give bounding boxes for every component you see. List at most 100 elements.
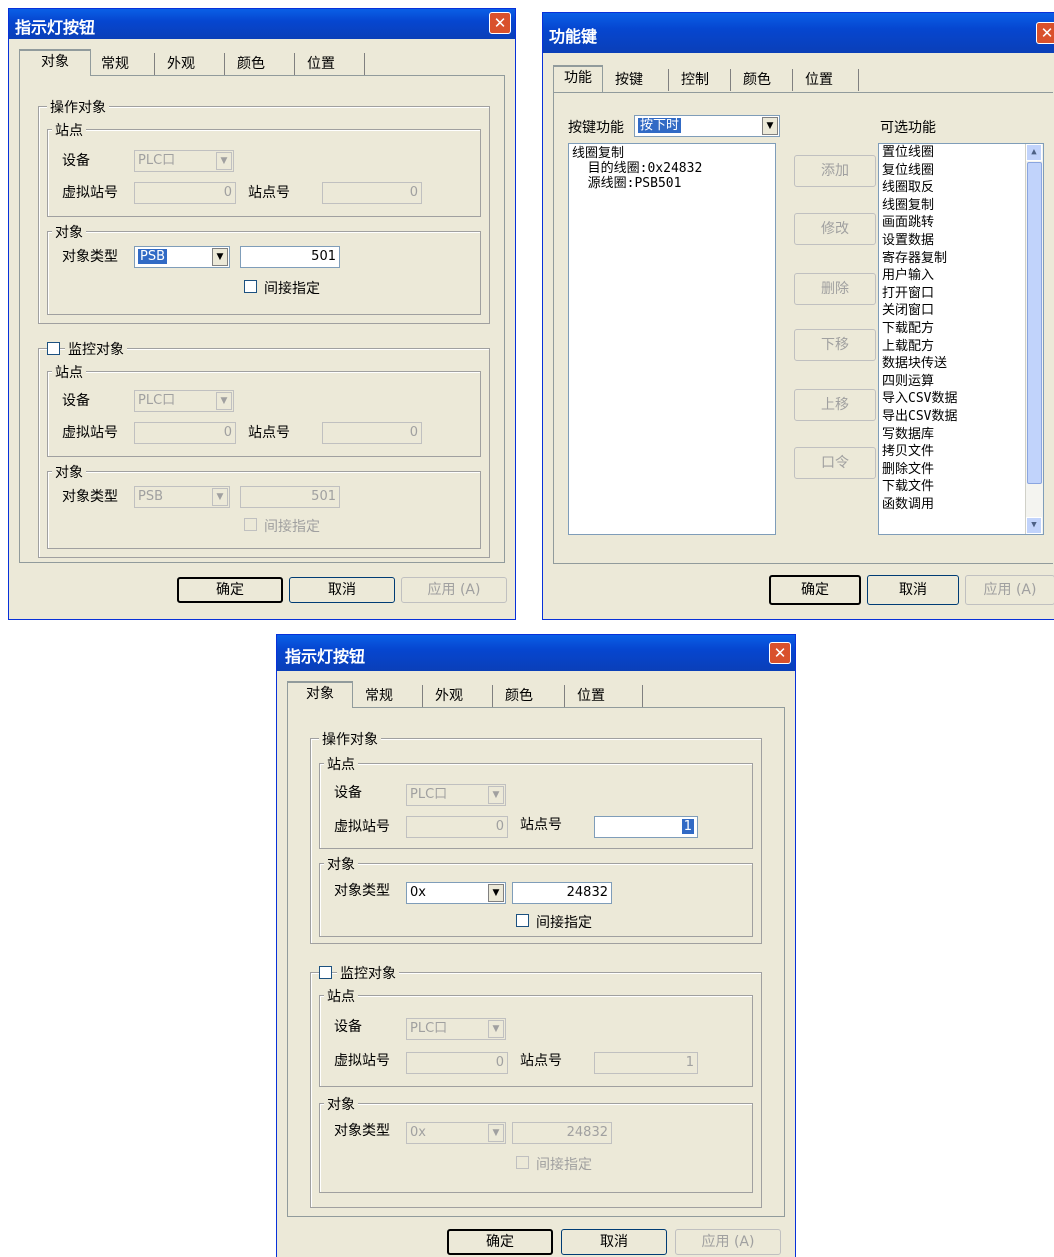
scroll-thumb[interactable] — [1027, 162, 1042, 484]
list-item[interactable]: 导出CSV数据 — [882, 408, 1023, 426]
monitor-checkbox[interactable] — [47, 342, 60, 355]
address-field[interactable]: 24832 — [512, 882, 612, 904]
list-item[interactable]: 线圈复制 — [882, 197, 1023, 215]
cancel-button[interactable]: 取消 — [867, 575, 959, 605]
tab-general[interactable]: 常规 — [95, 53, 155, 75]
list-item[interactable]: 设置数据 — [882, 232, 1023, 250]
tab-function[interactable]: 功能 — [553, 65, 603, 92]
list-item[interactable]: 拷贝文件 — [882, 443, 1023, 461]
configured-functions-list[interactable]: 线圈复制 目的线圈:0x24832 源线圈:PSB501 — [568, 143, 776, 535]
list-item[interactable]: 目的线圈:0x24832 — [572, 161, 772, 176]
device-select: PLC口 ▼ — [134, 150, 234, 172]
device-label: 设备 — [334, 1019, 362, 1035]
list-item[interactable]: 线圈取反 — [882, 179, 1023, 197]
list-item[interactable]: 写数据库 — [882, 426, 1023, 444]
station-legend: 站点 — [52, 362, 86, 382]
chevron-down-icon: ▼ — [488, 1020, 504, 1038]
scroll-down-icon[interactable]: ▼ — [1026, 517, 1042, 534]
virtual-station-label: 虚拟站号 — [62, 185, 118, 201]
monitor-object-group: 监控对象 站点 设备 PLC口 ▼ 虚拟站号 0 站点号 1 对象 对象类型 0x… — [310, 963, 762, 1208]
list-item[interactable]: 关闭窗口 — [882, 302, 1023, 320]
close-button[interactable]: ✕ — [769, 642, 791, 664]
list-item[interactable]: 数据块传送 — [882, 355, 1023, 373]
tab-position[interactable]: 位置 — [799, 69, 859, 91]
list-item[interactable]: 四则运算 — [882, 373, 1023, 391]
monitor-object-legend: 监控对象 — [337, 963, 399, 983]
list-item[interactable]: 置位线圈 — [882, 144, 1023, 162]
list-item[interactable]: 用户输入 — [882, 267, 1023, 285]
move-down-button: 下移 — [794, 329, 876, 361]
apply-button: 应用 (A) — [965, 575, 1054, 605]
tab-appearance[interactable]: 外观 — [429, 685, 493, 707]
vertical-scrollbar[interactable]: ▲ ▼ — [1025, 144, 1043, 534]
chevron-down-icon: ▼ — [216, 392, 232, 410]
chevron-down-icon: ▼ — [212, 488, 228, 506]
object-type-label: 对象类型 — [62, 249, 118, 265]
list-item[interactable]: 上载配方 — [882, 338, 1023, 356]
indirect-checkbox[interactable] — [244, 280, 257, 293]
object-legend: 对象 — [324, 854, 358, 874]
tab-object[interactable]: 对象 — [19, 49, 91, 76]
ok-button[interactable]: 确定 — [177, 577, 283, 603]
tab-control[interactable]: 控制 — [675, 69, 731, 91]
chevron-down-icon[interactable]: ▼ — [488, 884, 504, 902]
tab-panel: 操作对象 站点 设备 PLC口 ▼ 虚拟站号 0 站点号 1 对象 对象类型 0x… — [287, 707, 785, 1217]
modify-button: 修改 — [794, 213, 876, 245]
list-item[interactable]: 下载文件 — [882, 478, 1023, 496]
virtual-station-field: 0 — [406, 1052, 508, 1074]
tab-color[interactable]: 颜色 — [737, 69, 793, 91]
address-field: 24832 — [512, 1122, 612, 1144]
device-select: PLC口 ▼ — [134, 390, 234, 412]
tab-appearance[interactable]: 外观 — [161, 53, 225, 75]
title-bar: 指示灯按钮 ✕ — [277, 635, 795, 671]
list-item[interactable]: 导入CSV数据 — [882, 390, 1023, 408]
object-type-select: 0x ▼ — [406, 1122, 506, 1144]
station-legend: 站点 — [52, 120, 86, 140]
chevron-down-icon[interactable]: ▼ — [762, 117, 778, 135]
object-type-select[interactable]: PSB ▼ — [134, 246, 230, 268]
address-field: 501 — [240, 486, 340, 508]
scroll-up-icon[interactable]: ▲ — [1026, 144, 1042, 161]
chevron-down-icon: ▼ — [488, 1124, 504, 1142]
indirect-checkbox[interactable] — [516, 914, 529, 927]
operate-object-group: 操作对象 站点 设备 PLC口 ▼ 虚拟站号 0 站点号 0 对象 对象类型 PS… — [38, 97, 490, 324]
station-number-field[interactable]: 1 — [594, 816, 698, 838]
list-item[interactable]: 源线圈:PSB501 — [572, 176, 772, 191]
object-type-label: 对象类型 — [334, 883, 390, 899]
tab-color[interactable]: 颜色 — [231, 53, 295, 75]
ok-button[interactable]: 确定 — [447, 1229, 553, 1255]
list-item[interactable]: 复位线圈 — [882, 162, 1023, 180]
tab-object[interactable]: 对象 — [287, 681, 353, 708]
list-item[interactable]: 下载配方 — [882, 320, 1023, 338]
tab-general[interactable]: 常规 — [359, 685, 423, 707]
list-item[interactable]: 线圈复制 — [572, 146, 772, 161]
list-item[interactable]: 删除文件 — [882, 461, 1023, 479]
close-button[interactable]: ✕ — [1036, 22, 1054, 44]
address-field[interactable]: 501 — [240, 246, 340, 268]
operate-object-legend: 操作对象 — [47, 97, 109, 117]
close-button[interactable]: ✕ — [489, 12, 511, 34]
key-function-select[interactable]: 按下时 ▼ — [634, 115, 780, 137]
apply-button: 应用 (A) — [675, 1229, 781, 1255]
station-number-label: 站点号 — [248, 185, 290, 201]
list-item[interactable]: 打开窗口 — [882, 285, 1023, 303]
cancel-button[interactable]: 取消 — [289, 577, 395, 603]
monitor-checkbox[interactable] — [319, 966, 332, 979]
tab-position[interactable]: 位置 — [301, 53, 365, 75]
tab-position[interactable]: 位置 — [571, 685, 643, 707]
list-item[interactable]: 画面跳转 — [882, 214, 1023, 232]
key-function-label: 按键功能 — [568, 120, 624, 136]
ok-button[interactable]: 确定 — [769, 575, 861, 605]
chevron-down-icon[interactable]: ▼ — [212, 248, 228, 266]
available-functions-list[interactable]: 置位线圈 复位线圈 线圈取反 线圈复制 画面跳转 设置数据 寄存器复制 用户输入… — [878, 143, 1044, 535]
object-type-select[interactable]: 0x ▼ — [406, 882, 506, 904]
list-item[interactable]: 函数调用 — [882, 496, 1023, 514]
list-item[interactable]: 寄存器复制 — [882, 250, 1023, 268]
station-group: 站点 设备 PLC口 ▼ 虚拟站号 0 站点号 0 — [47, 120, 481, 217]
object-legend: 对象 — [324, 1094, 358, 1114]
tab-color[interactable]: 颜色 — [499, 685, 565, 707]
object-type-select: PSB ▼ — [134, 486, 230, 508]
object-group: 对象 对象类型 PSB ▼ 501 间接指定 — [47, 222, 481, 315]
cancel-button[interactable]: 取消 — [561, 1229, 667, 1255]
tab-key[interactable]: 按键 — [609, 69, 669, 91]
